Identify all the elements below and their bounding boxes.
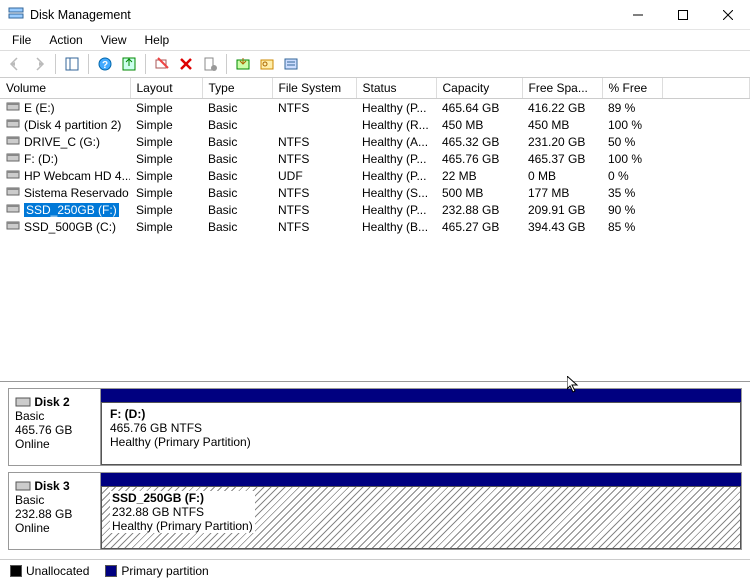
window-title: Disk Management: [30, 8, 615, 22]
table-row[interactable]: F: (D:)SimpleBasicNTFSHealthy (P...465.7…: [0, 150, 750, 167]
drive-icon: [6, 151, 20, 166]
disk-graphical-view[interactable]: Disk 2Basic465.76 GBOnlineF: (D:)465.76 …: [0, 382, 750, 559]
title-bar: Disk Management: [0, 0, 750, 30]
table-row[interactable]: Sistema ReservadoSimpleBasicNTFSHealthy …: [0, 184, 750, 201]
action-icon-2[interactable]: [256, 53, 278, 75]
drive-icon: [6, 168, 20, 183]
show-hide-console-tree-icon[interactable]: [61, 53, 83, 75]
drive-icon: [6, 202, 20, 217]
table-row[interactable]: HP Webcam HD 4...SimpleBasicUDFHealthy (…: [0, 167, 750, 184]
minimize-button[interactable]: [615, 0, 660, 30]
help-icon[interactable]: ?: [94, 53, 116, 75]
menu-bar: File Action View Help: [0, 30, 750, 50]
drive-icon: [6, 117, 20, 132]
app-icon: [8, 5, 24, 24]
action-icon-1[interactable]: [232, 53, 254, 75]
partition-block[interactable]: SSD_250GB (F:)232.88 GB NTFSHealthy (Pri…: [101, 486, 741, 549]
menu-view[interactable]: View: [93, 31, 135, 49]
column-headers[interactable]: Volume Layout Type File System Status Ca…: [0, 78, 750, 99]
forward-button[interactable]: [28, 53, 50, 75]
menu-help[interactable]: Help: [137, 31, 178, 49]
drive-icon: [6, 100, 20, 115]
rescan-icon[interactable]: [151, 53, 173, 75]
menu-file[interactable]: File: [4, 31, 39, 49]
disk-label: Disk 3Basic232.88 GBOnline: [9, 473, 101, 549]
disk-label: Disk 2Basic465.76 GBOnline: [9, 389, 101, 465]
table-row[interactable]: SSD_250GB (F:)SimpleBasicNTFSHealthy (P.…: [0, 201, 750, 218]
drive-icon: [6, 219, 20, 234]
drive-icon: [6, 134, 20, 149]
legend: Unallocated Primary partition: [0, 559, 750, 581]
disk-row[interactable]: Disk 3Basic232.88 GBOnlineSSD_250GB (F:)…: [8, 472, 742, 550]
table-row[interactable]: (Disk 4 partition 2)SimpleBasicHealthy (…: [0, 116, 750, 133]
col-capacity[interactable]: Capacity: [436, 78, 522, 99]
back-button[interactable]: [4, 53, 26, 75]
delete-icon[interactable]: [175, 53, 197, 75]
col-pctfree[interactable]: % Free: [602, 78, 662, 99]
svg-text:?: ?: [102, 60, 108, 71]
legend-primary: Primary partition: [105, 564, 208, 578]
legend-unallocated: Unallocated: [10, 564, 89, 578]
drive-icon: [6, 185, 20, 200]
action-icon-3[interactable]: [280, 53, 302, 75]
table-row[interactable]: SSD_500GB (C:)SimpleBasicNTFSHealthy (B.…: [0, 218, 750, 235]
col-layout[interactable]: Layout: [130, 78, 202, 99]
table-row[interactable]: DRIVE_C (G:)SimpleBasicNTFSHealthy (A...…: [0, 133, 750, 150]
disk-header-bar: [101, 389, 741, 402]
refresh-icon[interactable]: [118, 53, 140, 75]
volume-list[interactable]: Volume Layout Type File System Status Ca…: [0, 78, 750, 382]
col-type[interactable]: Type: [202, 78, 272, 99]
disk-header-bar: [101, 473, 741, 486]
menu-action[interactable]: Action: [41, 31, 90, 49]
toolbar: ?: [0, 50, 750, 78]
table-row[interactable]: E (E:)SimpleBasicNTFSHealthy (P...465.64…: [0, 99, 750, 117]
close-button[interactable]: [705, 0, 750, 30]
maximize-button[interactable]: [660, 0, 705, 30]
col-freespace[interactable]: Free Spa...: [522, 78, 602, 99]
col-filesystem[interactable]: File System: [272, 78, 356, 99]
disk-row[interactable]: Disk 2Basic465.76 GBOnlineF: (D:)465.76 …: [8, 388, 742, 466]
col-volume[interactable]: Volume: [0, 78, 130, 99]
partition-block[interactable]: F: (D:)465.76 GB NTFSHealthy (Primary Pa…: [101, 402, 741, 465]
properties-icon[interactable]: [199, 53, 221, 75]
col-status[interactable]: Status: [356, 78, 436, 99]
